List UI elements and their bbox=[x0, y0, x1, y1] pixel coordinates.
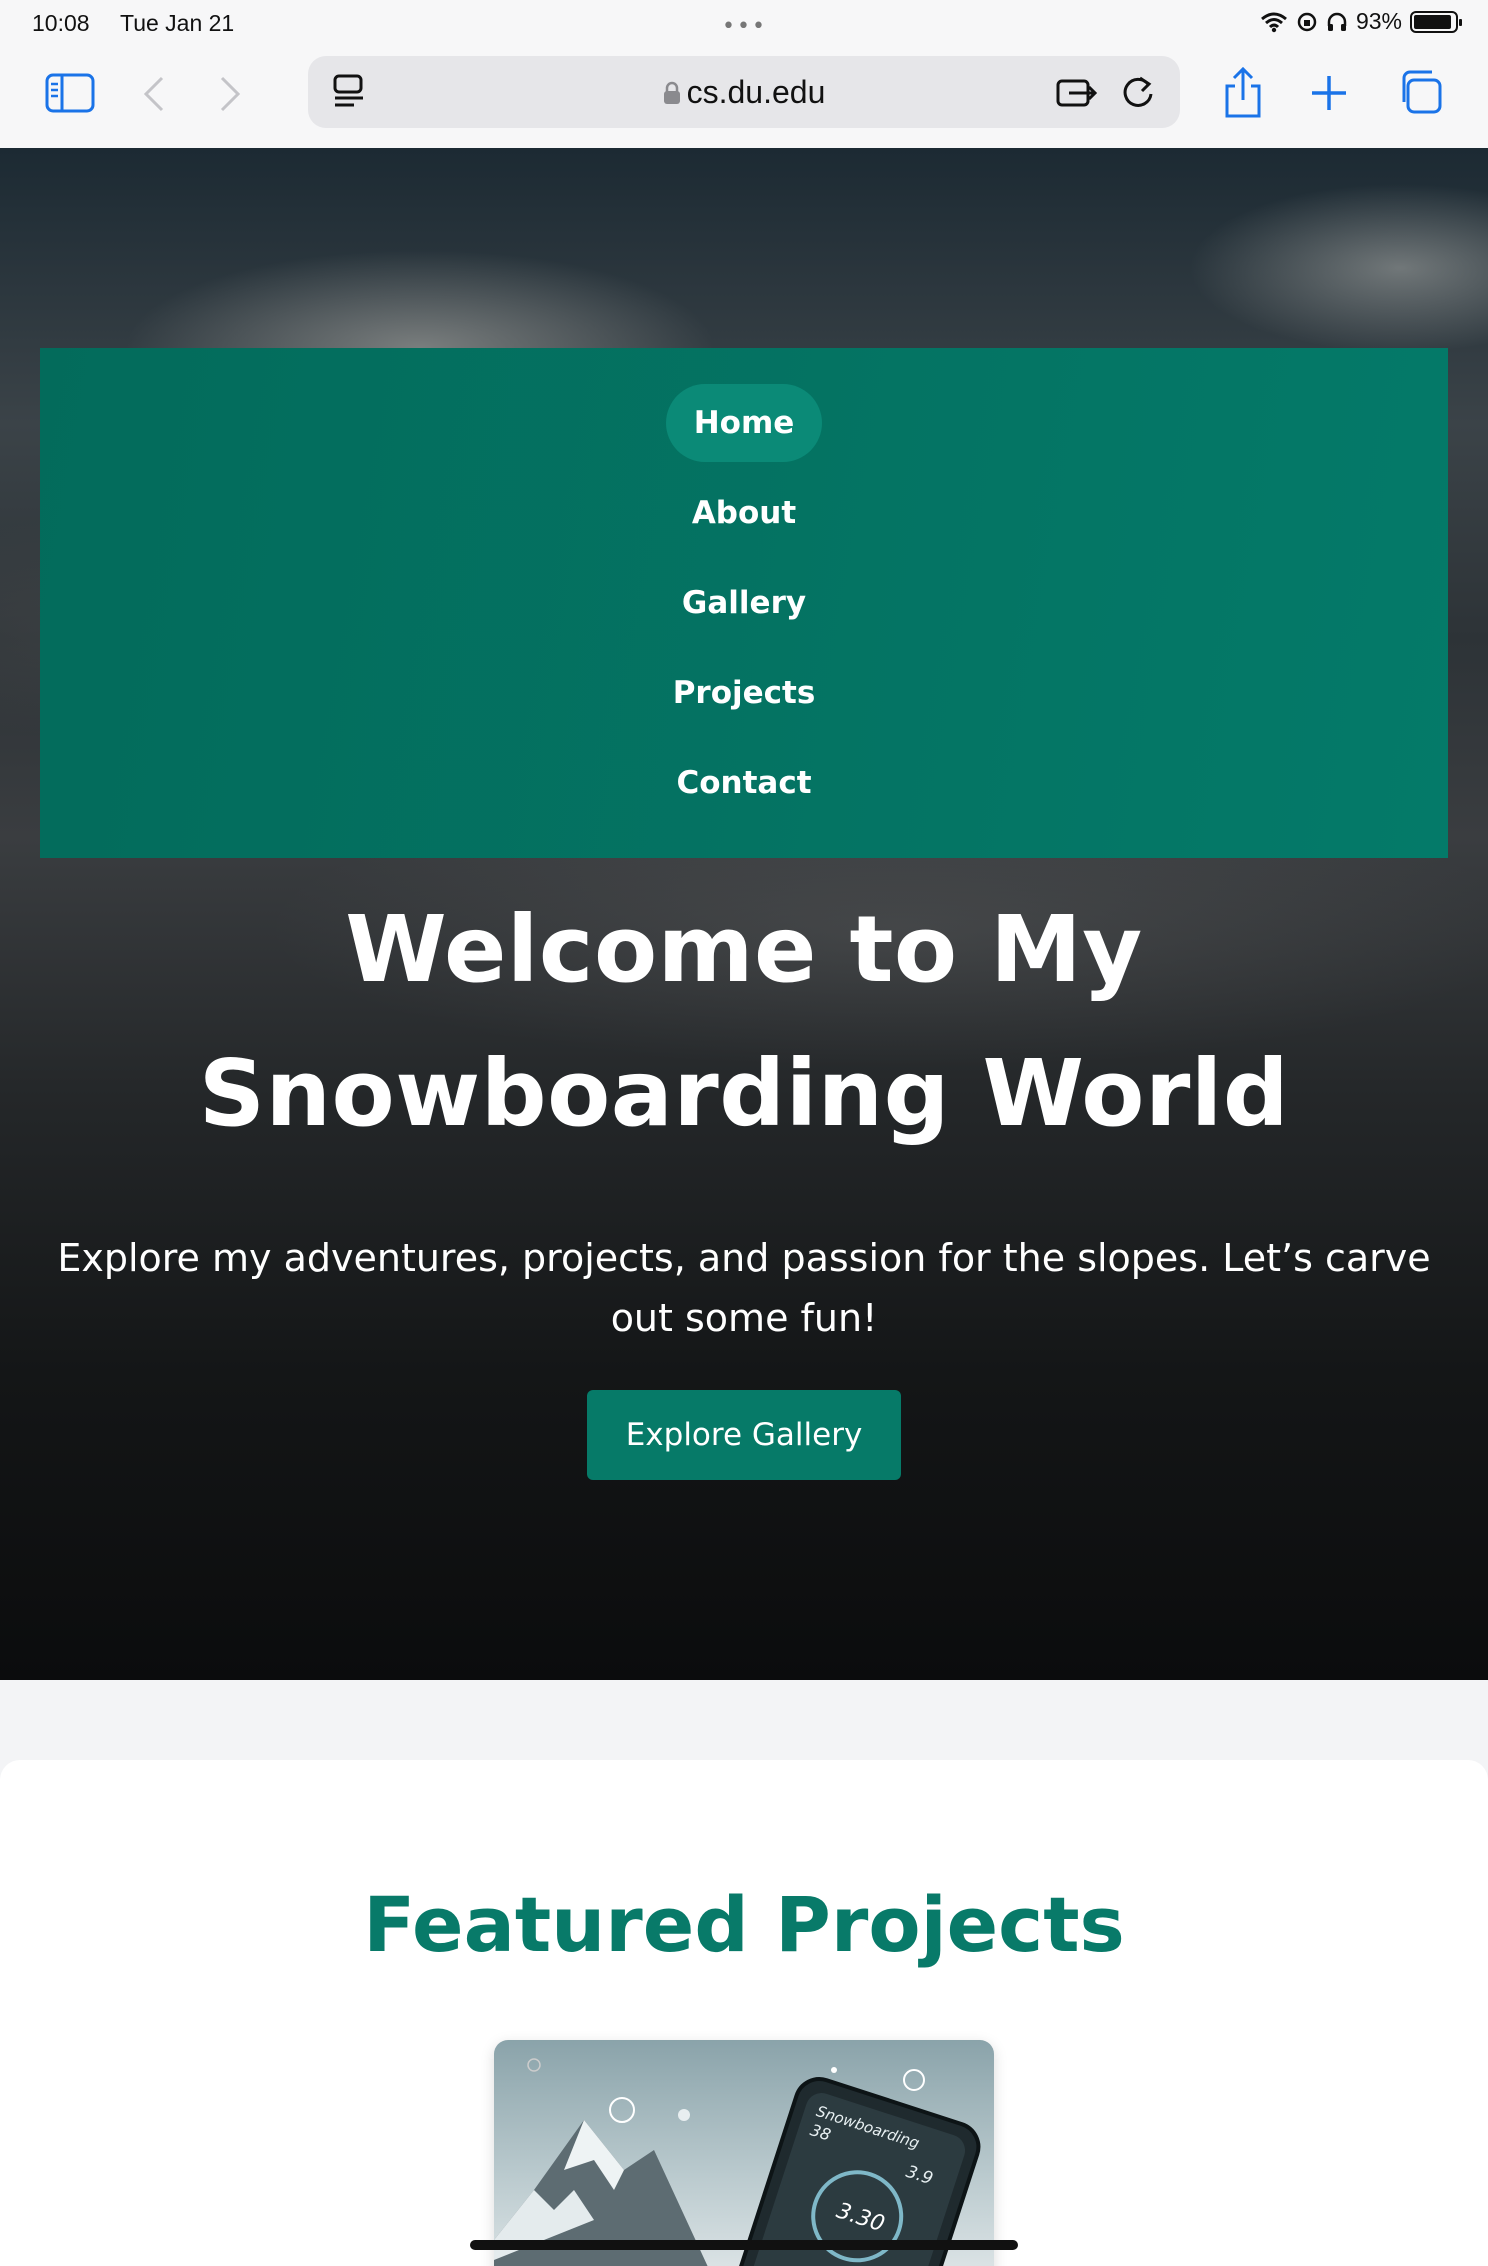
hero-subtitle-line2: out some fun! bbox=[610, 1296, 878, 1340]
lock-icon bbox=[663, 81, 680, 104]
wifi-icon bbox=[1260, 12, 1287, 32]
nav-item-contact[interactable]: Contact bbox=[40, 744, 1448, 822]
status-time: 10:08 bbox=[32, 10, 90, 36]
url-display[interactable]: cs.du.edu bbox=[308, 74, 1180, 111]
battery-icon bbox=[1410, 10, 1462, 33]
home-indicator[interactable] bbox=[470, 2240, 1018, 2250]
orientation-lock-icon bbox=[1297, 12, 1317, 31]
snowboarding-app-illustration: Snowboarding 38 3.9 3.30 bbox=[494, 2058, 981, 2266]
tabs-overview-icon[interactable] bbox=[1394, 66, 1446, 118]
hero-subtitle: Explore my adventures, projects, and pas… bbox=[40, 1228, 1448, 1348]
explore-gallery-button[interactable]: Explore Gallery bbox=[587, 1390, 901, 1480]
battery-percent: 93% bbox=[1355, 8, 1402, 34]
nav-item-about[interactable]: About bbox=[40, 474, 1448, 552]
main-navigation: Home About Gallery Projects Contact bbox=[40, 348, 1448, 858]
headphones-icon bbox=[1327, 12, 1347, 31]
reload-icon[interactable] bbox=[1118, 72, 1158, 112]
nav-item-home[interactable]: Home bbox=[40, 384, 1448, 462]
featured-projects-title: Featured Projects bbox=[363, 1880, 1125, 1969]
featured-projects-section: Featured Projects Snowboarding 38 3.9 3.… bbox=[0, 1760, 1488, 2266]
status-indicators: 93% bbox=[1260, 8, 1462, 35]
forward-chevron-icon[interactable] bbox=[212, 72, 248, 116]
hero-subtitle-line1: Explore my adventures, projects, and pas… bbox=[57, 1236, 1431, 1280]
hero-title-line1: Welcome to My bbox=[345, 896, 1143, 1003]
new-tab-icon[interactable] bbox=[1306, 70, 1352, 116]
status-date: Tue Jan 21 bbox=[120, 10, 235, 36]
sidebar-toggle-icon[interactable] bbox=[42, 70, 98, 116]
browser-toolbar: cs.du.edu bbox=[0, 50, 1488, 148]
nav-item-gallery[interactable]: Gallery bbox=[40, 564, 1448, 642]
hero-title: Welcome to My Snowboarding World bbox=[0, 878, 1488, 1166]
url-text: cs.du.edu bbox=[686, 74, 826, 110]
share-icon[interactable] bbox=[1220, 64, 1266, 122]
hero-section: Home About Gallery Projects Contact Welc… bbox=[0, 148, 1488, 1680]
extension-icon[interactable] bbox=[1054, 74, 1100, 112]
multitasking-dots-icon[interactable]: ••• bbox=[722, 14, 767, 39]
status-bar: 10:08 Tue Jan 21 ••• 93% bbox=[0, 0, 1488, 50]
address-bar[interactable]: cs.du.edu bbox=[308, 56, 1180, 128]
hero-title-line2: Snowboarding World bbox=[198, 1040, 1290, 1147]
project-card-image[interactable]: Snowboarding 38 3.9 3.30 bbox=[494, 2040, 994, 2266]
nav-item-projects[interactable]: Projects bbox=[40, 654, 1448, 732]
back-chevron-icon[interactable] bbox=[136, 72, 172, 116]
